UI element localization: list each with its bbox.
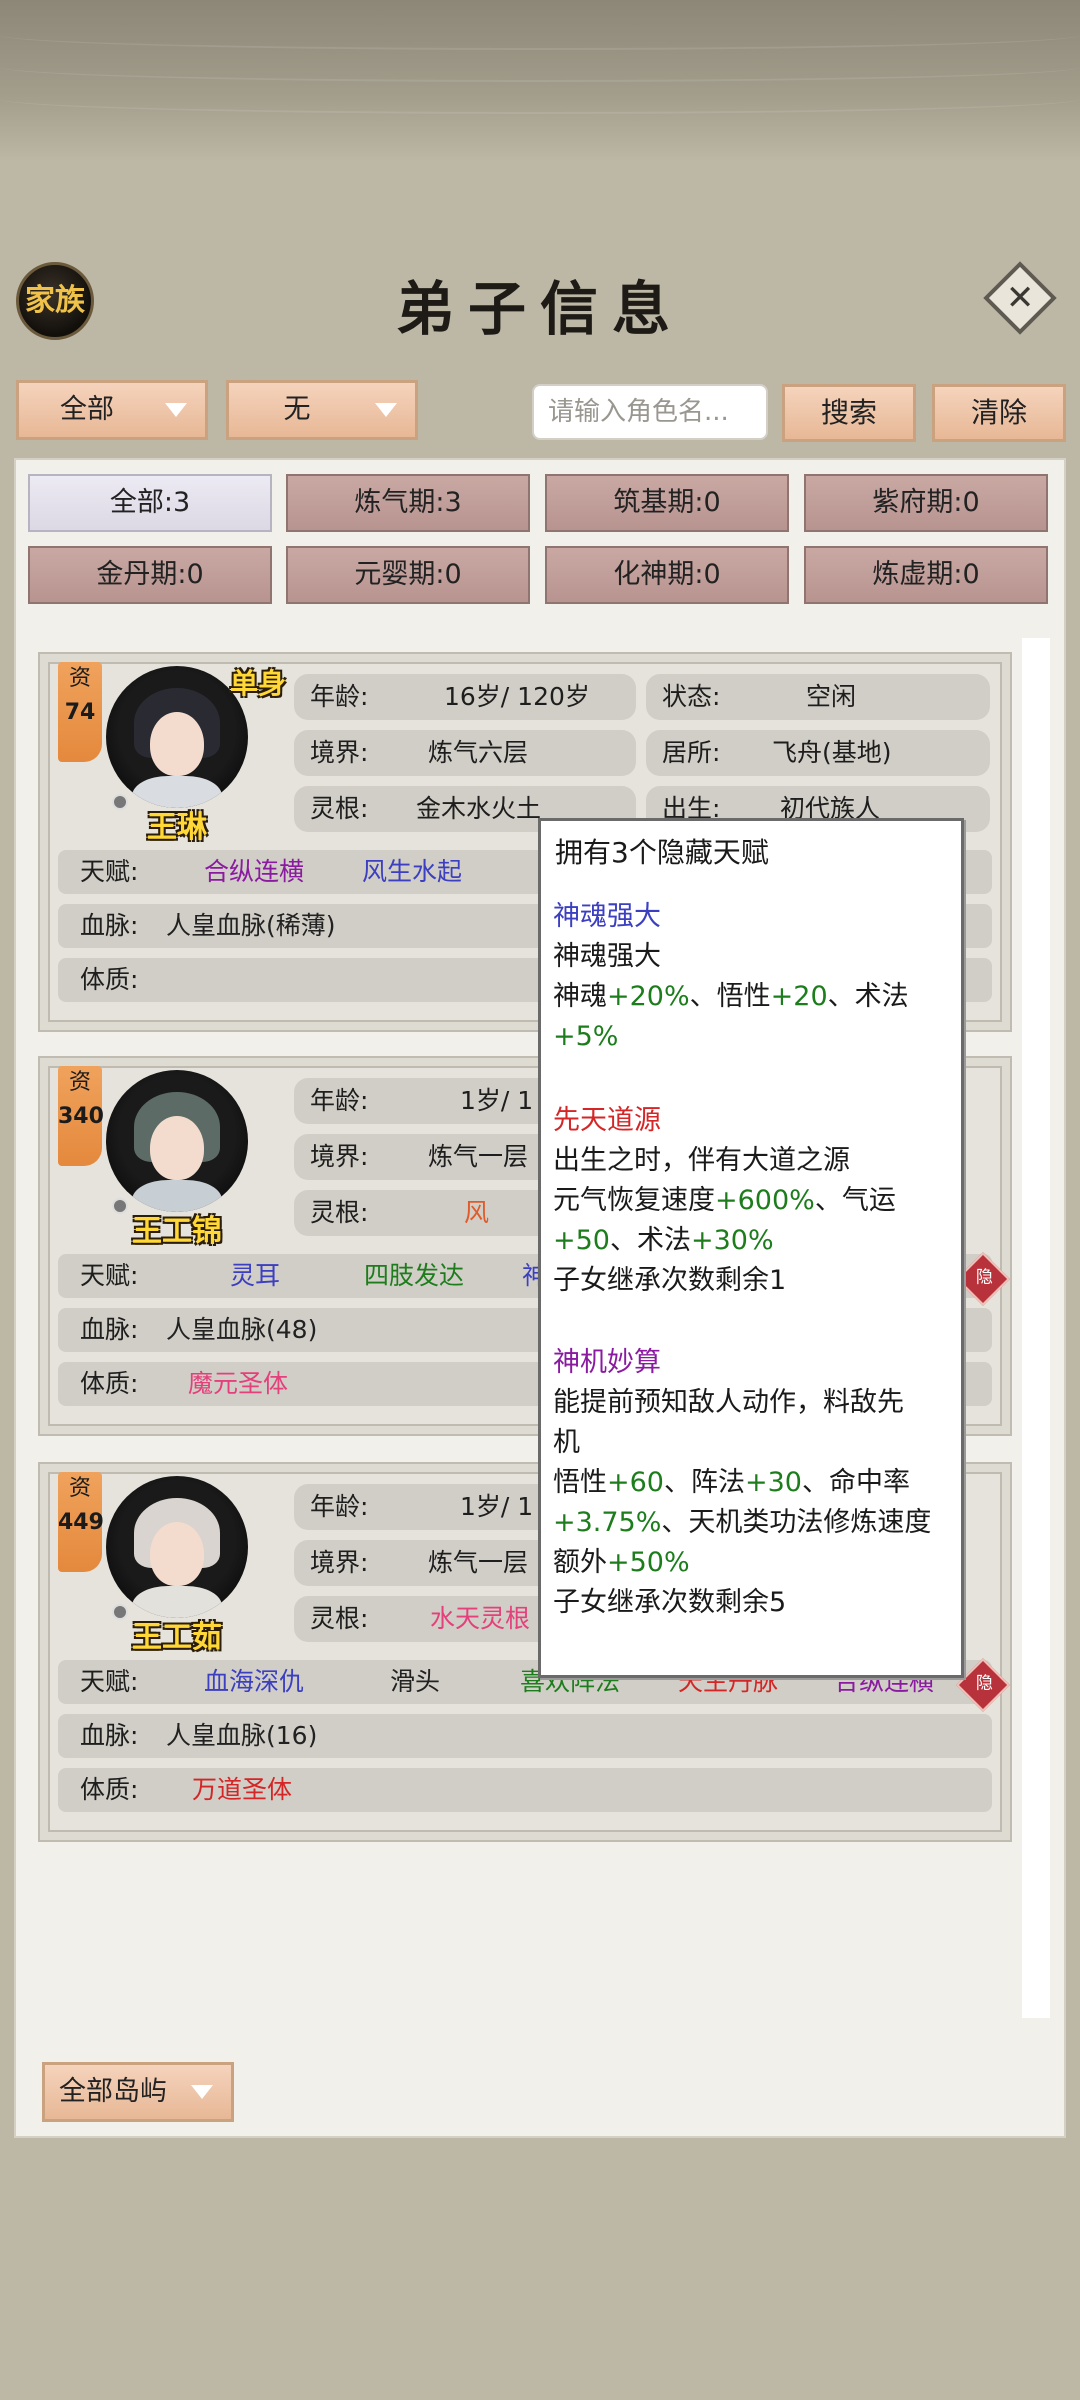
tab-realm-zifu[interactable]: 紫府期:0 <box>804 474 1048 532</box>
hidden-talent-tooltip: 拥有3个隐藏天赋 神魂强大 神魂强大 神魂+20%、悟性+20、术法 +5% 先… <box>538 818 964 1678</box>
talent-description: 神魂强大 <box>553 941 661 972</box>
disciple-name: 王工锦 <box>132 1214 222 1249</box>
list-scrollbar[interactable] <box>1022 638 1050 2018</box>
talent-item[interactable]: 合纵连横 <box>204 850 304 894</box>
inherit-count: 子女继承次数剩余5 <box>553 1587 787 1618</box>
talent-item[interactable]: 风生水起 <box>362 850 462 894</box>
physique-row: 体质: 万道圣体 <box>58 1768 992 1812</box>
avatar[interactable] <box>106 1476 248 1618</box>
residence-field: 居所: 飞舟(基地) <box>646 730 990 776</box>
tab-realm-nascent-soul[interactable]: 元婴期:0 <box>286 546 530 604</box>
decor-wave <box>0 84 1080 114</box>
search-button[interactable]: 搜索 <box>782 384 916 442</box>
decor-wave <box>0 20 1080 50</box>
tooltip-header: 拥有3个隐藏天赋 <box>555 836 769 869</box>
talent-item[interactable]: 灵耳 <box>230 1254 280 1298</box>
talent-effects: +3.75%、天机类功法修炼速度 <box>553 1507 932 1538</box>
talent-item[interactable]: 四肢发达 <box>364 1254 464 1298</box>
bloodline-row: 血脉: 人皇血脉(16) <box>58 1714 992 1758</box>
tab-realm-deity[interactable]: 化神期:0 <box>545 546 789 604</box>
disciple-name: 王工茹 <box>132 1620 222 1655</box>
tab-realm-foundation[interactable]: 筑基期:0 <box>545 474 789 532</box>
disciple-name: 王琳 <box>147 810 207 845</box>
clear-button[interactable]: 清除 <box>932 384 1066 442</box>
family-button[interactable]: 家族 <box>16 262 94 340</box>
close-button[interactable]: ✕ <box>983 261 1057 335</box>
top-decor-band <box>0 0 1080 160</box>
tab-realm-void[interactable]: 炼虚期:0 <box>804 546 1048 604</box>
secondary-filter-dropdown[interactable]: 无 <box>226 380 418 440</box>
aptitude-tag: 资 340 <box>58 1066 104 1166</box>
tab-realm-all[interactable]: 全部:3 <box>28 474 272 532</box>
age-field: 年龄: 16岁/ 120岁 <box>294 674 636 720</box>
talent-description: 机 <box>553 1427 580 1458</box>
group-filter-dropdown[interactable]: 全部 <box>16 380 208 440</box>
talent-effects: +50、术法+30% <box>553 1225 774 1256</box>
talent-description: 出生之时，伴有大道之源 <box>553 1145 850 1176</box>
tab-realm-qi[interactable]: 炼气期:3 <box>286 474 530 532</box>
status-field: 状态: 空闲 <box>646 674 990 720</box>
talent-title: 神机妙算 <box>553 1347 661 1378</box>
talent-effects: +5% <box>553 1021 619 1052</box>
aptitude-tag: 资 74 <box>58 662 102 762</box>
page-title: 弟子信息 <box>395 275 684 343</box>
talent-title: 神魂强大 <box>553 901 661 932</box>
close-icon: ✕ <box>1005 278 1035 318</box>
talent-effects: 额外+50% <box>553 1547 690 1578</box>
avatar[interactable] <box>106 1070 248 1212</box>
secondary-filter-value: 无 <box>283 394 311 425</box>
chevron-down-icon <box>375 403 397 417</box>
talent-effects: 悟性+60、阵法+30、命中率 <box>553 1467 910 1498</box>
group-filter-value: 全部 <box>60 394 114 425</box>
talent-effects: 元气恢复速度+600%、气运 <box>553 1185 896 1216</box>
aptitude-tag: 资 449 <box>58 1472 104 1572</box>
talent-item[interactable]: 血海深仇 <box>204 1660 304 1704</box>
talent-title: 先天道源 <box>553 1105 661 1136</box>
decor-wave <box>0 52 1080 82</box>
talent-description: 能提前预知敌人动作，料敌先 <box>553 1387 904 1418</box>
chevron-down-icon <box>191 2085 213 2099</box>
inherit-count: 子女继承次数剩余1 <box>553 1265 787 1296</box>
island-filter-value: 全部岛屿 <box>59 2076 167 2107</box>
chevron-down-icon <box>165 403 187 417</box>
avatar[interactable] <box>106 666 248 808</box>
talent-item[interactable]: 滑头 <box>390 1660 440 1704</box>
tab-realm-golden-core[interactable]: 金丹期:0 <box>28 546 272 604</box>
marital-status-tag: 单身 <box>230 667 287 700</box>
realm-field: 境界: 炼气六层 <box>294 730 636 776</box>
search-input[interactable] <box>532 384 768 440</box>
island-filter-dropdown[interactable]: 全部岛屿 <box>42 2062 234 2122</box>
talent-effects: 神魂+20%、悟性+20、术法 <box>553 981 909 1012</box>
